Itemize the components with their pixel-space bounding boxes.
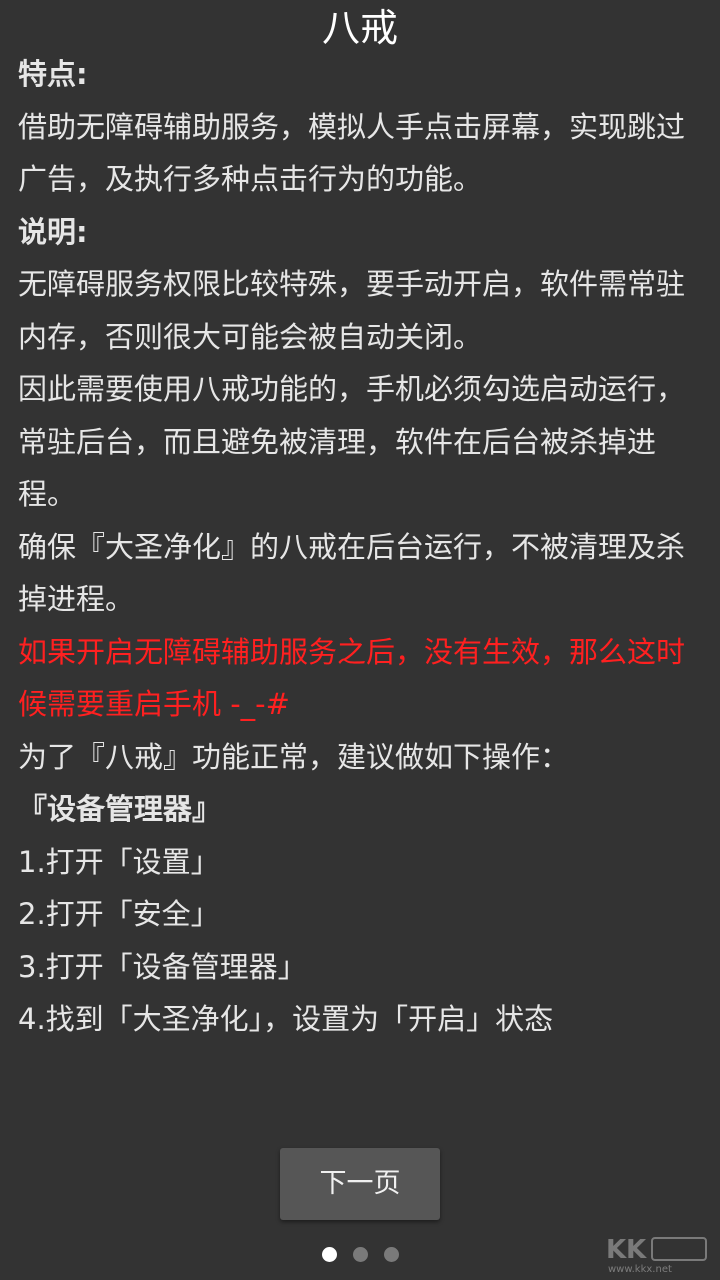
watermark-logo-icon: K K www.kkx.net (606, 1235, 707, 1275)
step-item: 3.打开「设备管理器」 (18, 949, 307, 984)
page-title: 八戒 (321, 6, 398, 50)
watermark-logo: K K www.kkx.net (602, 1228, 712, 1276)
svg-text:K: K (606, 1235, 627, 1265)
page-dot-1 (321, 1247, 337, 1262)
guide-content: 特点: 借助无障碍辅助服务，模拟人手点击屏幕，实现跳过广告，及执行多种点击行为的… (18, 48, 708, 1046)
svg-text:K: K (626, 1235, 647, 1265)
notes-paragraph-2: 因此需要使用八戒功能的，手机必须勾选启动运行，常驻后台，而且避免被清理，软件在后… (18, 372, 686, 511)
page-dot-3 (383, 1247, 399, 1262)
next-page-button[interactable]: 下一页 (280, 1148, 440, 1220)
notes-paragraph-3: 确保『大圣净化』的八戒在后台运行，不被清理及杀掉进程。 (18, 529, 686, 617)
watermark-text: www.kkx.net (608, 1264, 672, 1275)
step-item: 4.找到「大圣净化」，设置为「开启」状态 (18, 1002, 554, 1036)
features-text: 借助无障碍辅助服务，模拟人手点击屏幕，实现跳过广告，及执行多种点击行为的功能。 (18, 109, 686, 197)
notes-paragraph-1: 无障碍服务权限比较特殊，要手动开启，软件需常驻内存，否则很大可能会被自动关闭。 (18, 267, 686, 354)
features-heading: 特点: (18, 57, 88, 91)
suggestion-text: 为了『八戒』功能正常，建议做如下操作： (18, 739, 570, 774)
guide-screen: 八戒 特点: 借助无障碍辅助服务，模拟人手点击屏幕，实现跳过广告，及执行多种点击… (0, 0, 720, 1280)
warning-text: 如果开启无障碍辅助服务之后，没有生效，那么这时候需要重启手机 -_-# (18, 634, 686, 722)
step-item: 1.打开「设置」 (18, 844, 220, 879)
notes-heading: 说明: (18, 214, 88, 249)
step-item: 2.打开「安全」 (18, 897, 220, 931)
device-manager-heading: 『设备管理器』 (18, 792, 222, 826)
page-dot-2 (352, 1247, 368, 1262)
